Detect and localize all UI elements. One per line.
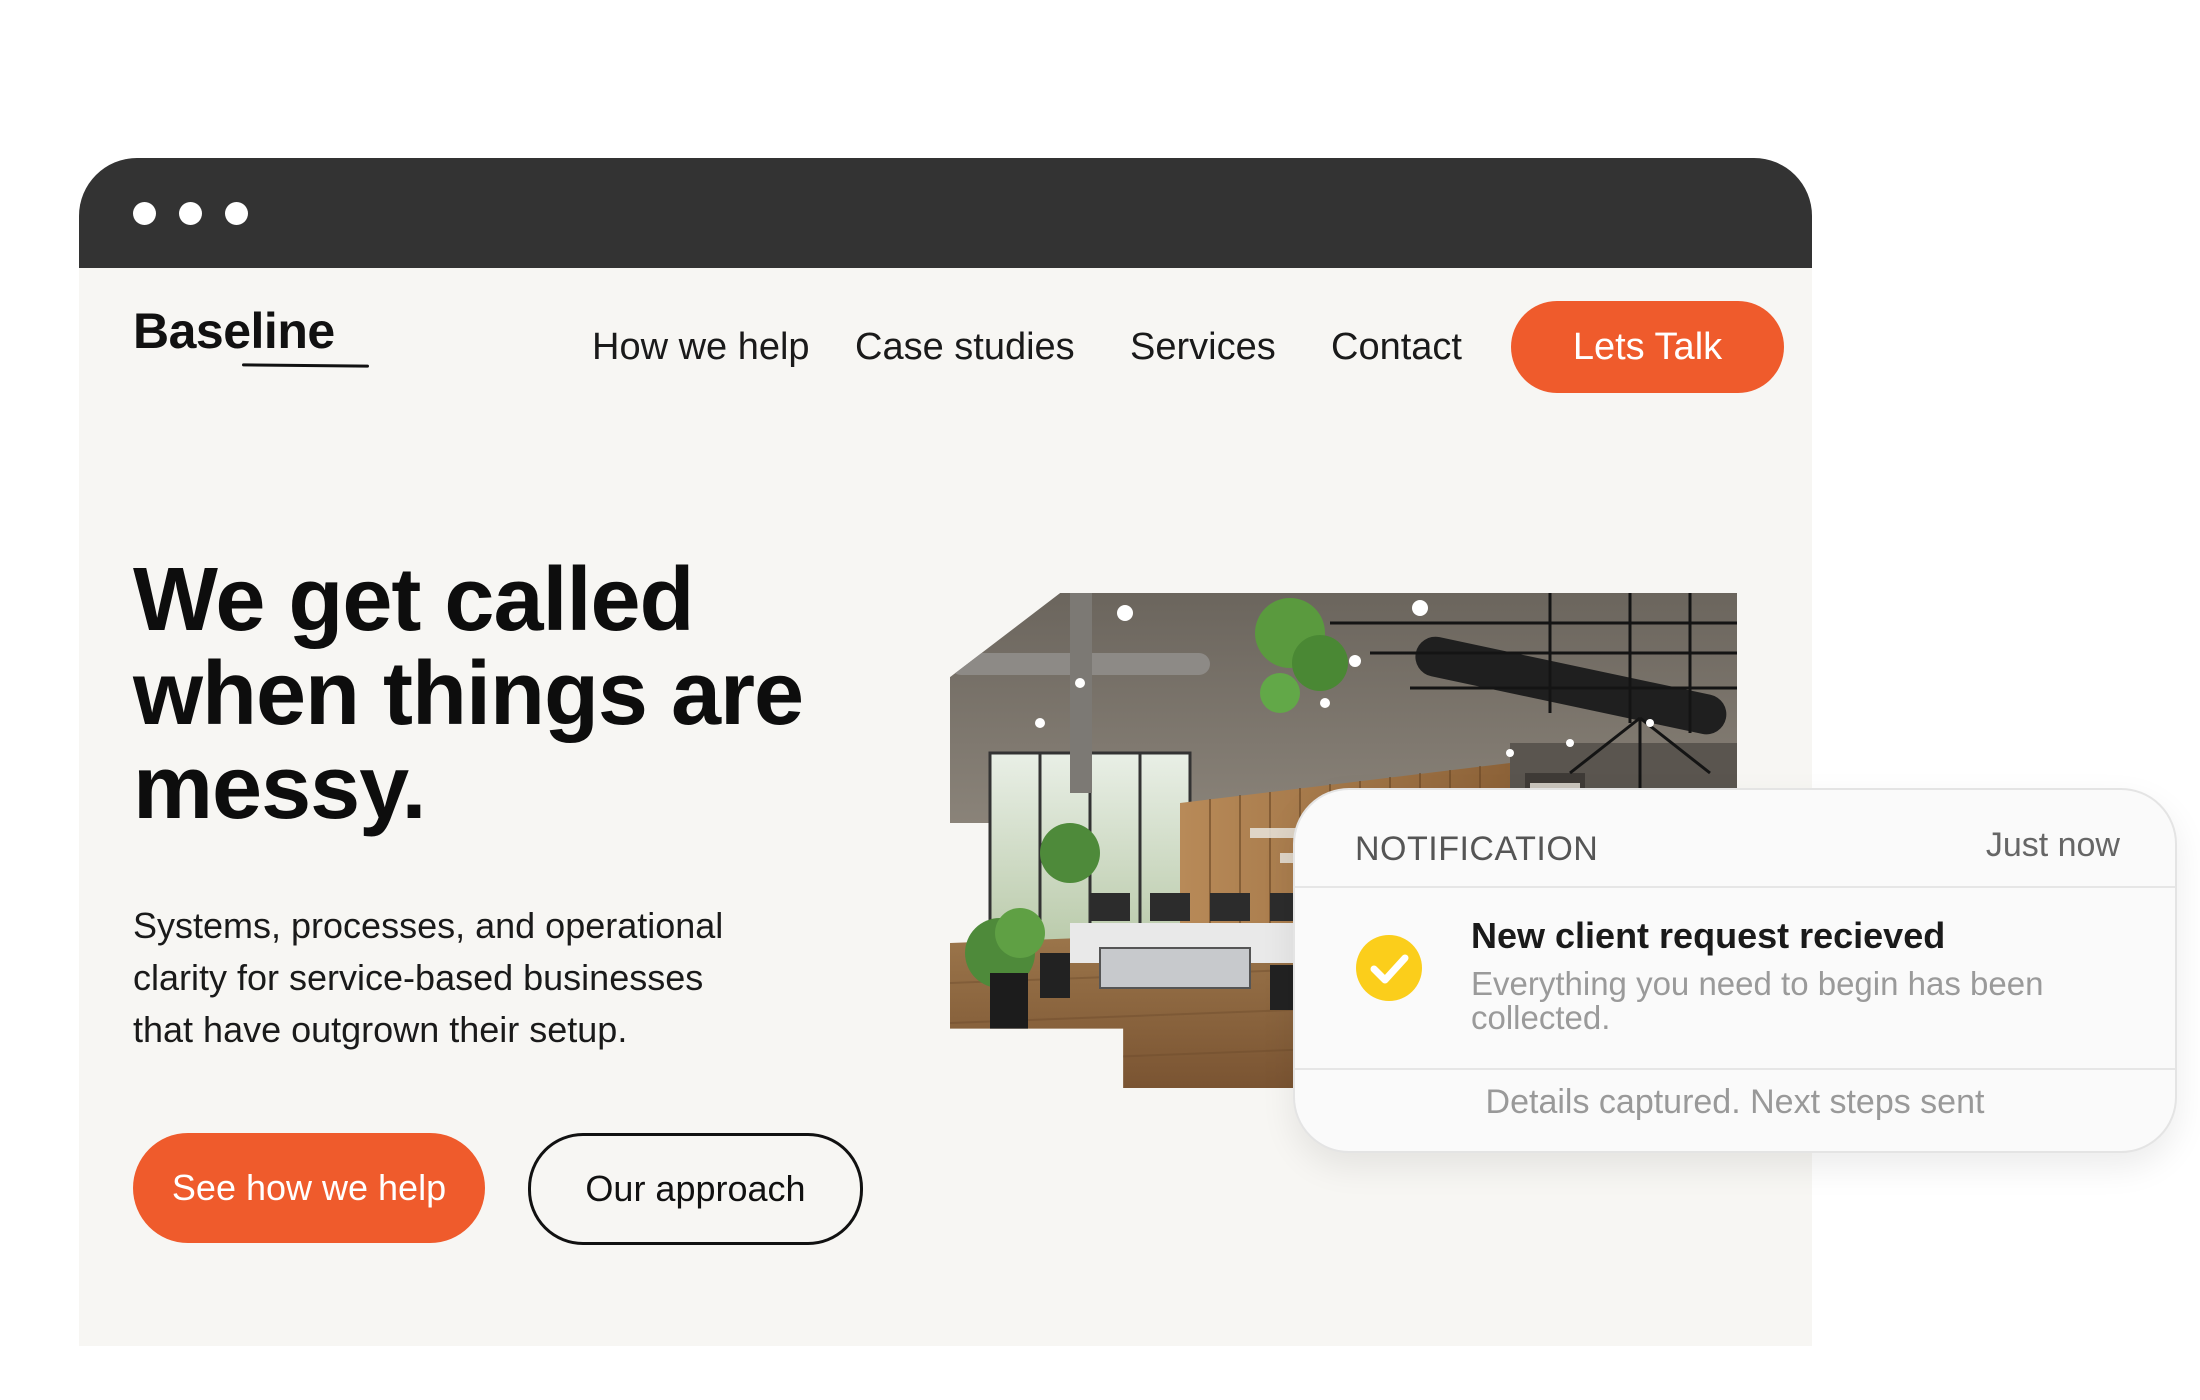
headline-line: when things are (133, 644, 804, 744)
nav-case-studies[interactable]: Case studies (855, 328, 1075, 366)
nav-how-we-help[interactable]: How we help (592, 328, 810, 366)
notification-title: New client request recieved (1471, 915, 1946, 956)
nav-contact[interactable]: Contact (1331, 328, 1462, 366)
browser-window: Baseline How we help Case studies Servic… (79, 158, 1812, 1346)
hero-headline: We get called when things are messy. (133, 553, 893, 835)
notification-timestamp: Just now (1985, 826, 2120, 864)
site-logo[interactable]: Baseline (133, 306, 335, 356)
subtext-line: clarity for service-based businesses (133, 957, 704, 998)
nav-services[interactable]: Services (1130, 328, 1276, 366)
window-dot-3[interactable] (225, 202, 248, 225)
notification-card[interactable]: NOTIFICATION Just now New client request… (1293, 788, 2177, 1153)
hero-subtext: Systems, processes, and operational clar… (133, 900, 873, 1056)
notification-body: Everything you need to begin has been co… (1471, 965, 2044, 1036)
check-circle-icon (1356, 935, 1422, 1001)
subtext-line: Systems, processes, and operational (133, 905, 724, 946)
subtext-line: that have outgrown their setup. (133, 1009, 628, 1050)
notification-divider (1295, 886, 2175, 888)
our-approach-button[interactable]: Our approach (528, 1133, 863, 1245)
logo-underline (241, 363, 370, 368)
headline-line: We get called (133, 550, 695, 650)
window-dot-2[interactable] (179, 202, 202, 225)
notification-footer: Details captured. Next steps sent (1485, 1083, 1985, 1121)
browser-titlebar (79, 158, 1812, 268)
lets-talk-button[interactable]: Lets Talk (1511, 301, 1784, 393)
notification-divider (1295, 1068, 2175, 1070)
window-dot-1[interactable] (133, 202, 156, 225)
notification-label: NOTIFICATION (1355, 830, 1599, 868)
see-how-we-help-button[interactable]: See how we help (133, 1133, 485, 1243)
headline-line: messy. (133, 738, 427, 838)
